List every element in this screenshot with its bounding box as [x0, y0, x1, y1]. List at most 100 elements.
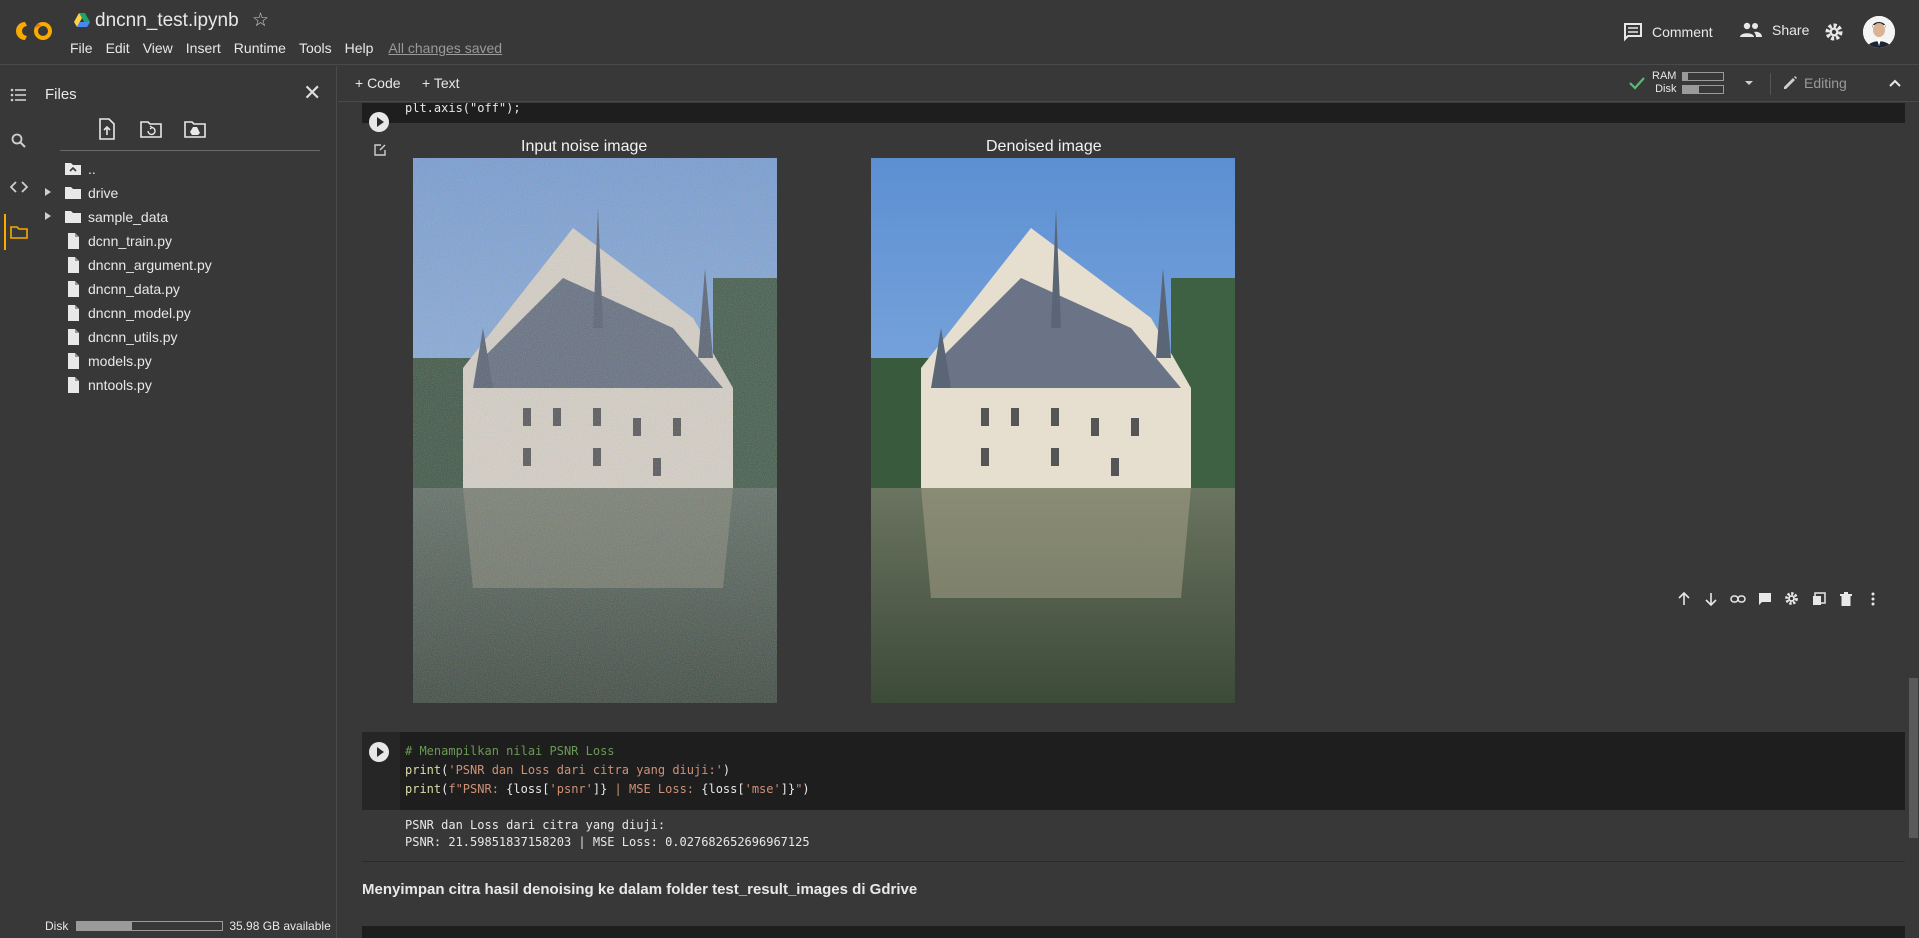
resources-indicator[interactable]: RAM Disk [1628, 70, 1756, 96]
tree-file-item[interactable]: models.py [36, 350, 336, 372]
disk-footer-label: Disk [45, 919, 69, 933]
close-icon[interactable]: ✕ [303, 80, 321, 106]
disk-label: Disk [1655, 83, 1677, 95]
menu-help[interactable]: Help [345, 40, 374, 56]
menu-view[interactable]: View [143, 40, 173, 56]
tree-file-item[interactable]: dncnn_utils.py [36, 326, 336, 348]
code-string: 'mse' [744, 782, 781, 796]
code-text: plt.axis("off"); [405, 103, 521, 115]
folder-icon [65, 187, 81, 199]
tree-file-item[interactable]: dncnn_argument.py [36, 254, 336, 276]
header-bar: dncnn_test.ipynb ☆ File Edit View Insert… [0, 0, 1919, 65]
tree-item-label: sample_data [88, 209, 169, 225]
tree-parent-item[interactable]: .. [36, 158, 336, 180]
code-string: f"PSNR: [448, 782, 507, 796]
code-cell-previous[interactable] [362, 103, 1905, 123]
mirror-cell-icon[interactable] [1808, 588, 1829, 609]
more-options-icon[interactable] [1862, 588, 1883, 609]
comment-icon [1624, 23, 1642, 42]
scrollbar[interactable] [1907, 103, 1919, 938]
noisy-castle-image [413, 158, 777, 703]
code-line-1: print('PSNR dan Loss dari citra yang diu… [405, 763, 731, 777]
code-line-2: print(f"PSNR: {loss['psnr']} | MSE Loss:… [405, 782, 810, 796]
code-expr: ]} [592, 782, 608, 796]
colab-logo[interactable] [14, 14, 56, 48]
file-icon [68, 233, 79, 249]
tree-item-label: dncnn_data.py [88, 281, 180, 297]
code-cell-next[interactable] [362, 926, 1905, 938]
output-menu-icon[interactable] [373, 143, 387, 157]
menu-bar: File Edit View Insert Runtime Tools Help… [70, 40, 515, 56]
expand-arrow-icon[interactable] [45, 188, 51, 196]
markdown-text-cell[interactable]: Menyimpan citra hasil denoising ke dalam… [362, 881, 917, 898]
file-icon [68, 353, 79, 369]
disk-available-text: 35.98 GB available [229, 919, 331, 933]
tree-file-item[interactable]: dncnn_model.py [36, 302, 336, 324]
code-line-comment: # Menampilkan nilai PSNR Loss [405, 744, 615, 758]
add-text-button[interactable]: + Text [422, 75, 460, 91]
mount-drive-icon[interactable] [184, 118, 206, 140]
refresh-folder-icon[interactable] [140, 118, 162, 140]
menu-runtime[interactable]: Runtime [234, 40, 286, 56]
editing-mode-button[interactable]: Editing [1782, 75, 1847, 91]
ram-usage-bar [1682, 72, 1725, 81]
tree-folder-item[interactable]: sample_data [36, 206, 336, 228]
code-snippets-icon[interactable] [10, 178, 28, 196]
share-button[interactable]: Share [1740, 22, 1809, 38]
output-line-1: PSNR dan Loss dari citra yang diuji: [405, 818, 666, 832]
code-string: 'PSNR dan Loss dari citra yang diuji:' [448, 763, 723, 777]
denoised-castle-image [871, 158, 1235, 703]
move-down-icon[interactable] [1700, 588, 1721, 609]
delete-icon[interactable] [1835, 588, 1856, 609]
people-icon [1740, 22, 1762, 37]
toolbar-divider [1770, 73, 1771, 95]
code-fn: print [405, 763, 442, 777]
notebook-title[interactable]: dncnn_test.ipynb [95, 10, 239, 32]
comment-label: Comment [1652, 24, 1713, 40]
chevron-up-icon[interactable] [1886, 74, 1904, 92]
tree-item-label: models.py [88, 353, 152, 369]
save-status[interactable]: All changes saved [388, 40, 502, 56]
tree-file-item[interactable]: nntools.py [36, 374, 336, 396]
chevron-down-icon[interactable] [1742, 78, 1756, 88]
run-cell-button[interactable] [369, 112, 389, 132]
disk-usage-bar [76, 921, 224, 931]
code-comment-text: # Menampilkan nilai PSNR Loss [405, 744, 615, 758]
figure-title-right: Denoised image [986, 138, 1102, 155]
link-icon[interactable] [1727, 588, 1748, 609]
avatar[interactable] [1863, 16, 1895, 48]
tree-file-item[interactable]: dcnn_train.py [36, 230, 336, 252]
folder-icon[interactable] [10, 223, 28, 241]
menu-tools[interactable]: Tools [299, 40, 332, 56]
tree-item-label: dncnn_model.py [88, 305, 191, 321]
active-indicator [4, 214, 6, 250]
expand-arrow-icon[interactable] [45, 212, 51, 220]
comment-button[interactable]: Comment [1623, 22, 1713, 42]
run-cell-button[interactable] [369, 742, 389, 762]
settings-gear-icon[interactable] [1824, 22, 1844, 42]
google-drive-icon [74, 13, 90, 27]
add-code-button[interactable]: + Code [355, 75, 401, 91]
tree-item-label: dncnn_utils.py [88, 329, 178, 345]
disk-usage: Disk 35.98 GB available [45, 919, 331, 933]
files-toolbar [60, 118, 320, 151]
parent-folder-icon [65, 163, 81, 175]
table-of-contents-icon[interactable] [10, 86, 28, 104]
pencil-icon [1784, 76, 1797, 89]
tree-file-item[interactable]: dncnn_data.py [36, 278, 336, 300]
scrollbar-thumb[interactable] [1909, 678, 1918, 838]
tree-item-label: dncnn_argument.py [88, 257, 212, 273]
tree-item-label: .. [88, 161, 96, 177]
cell-settings-gear-icon[interactable] [1781, 588, 1802, 609]
add-comment-icon[interactable] [1754, 588, 1775, 609]
upload-file-icon[interactable] [96, 118, 118, 140]
star-icon[interactable]: ☆ [252, 9, 269, 32]
search-icon[interactable] [10, 132, 28, 150]
move-up-icon[interactable] [1673, 588, 1694, 609]
ram-usage-fill [1683, 73, 1689, 80]
menu-insert[interactable]: Insert [186, 40, 221, 56]
tree-folder-item[interactable]: drive [36, 182, 336, 204]
menu-edit[interactable]: Edit [106, 40, 130, 56]
tree-item-label: drive [88, 185, 119, 201]
menu-file[interactable]: File [70, 40, 93, 56]
